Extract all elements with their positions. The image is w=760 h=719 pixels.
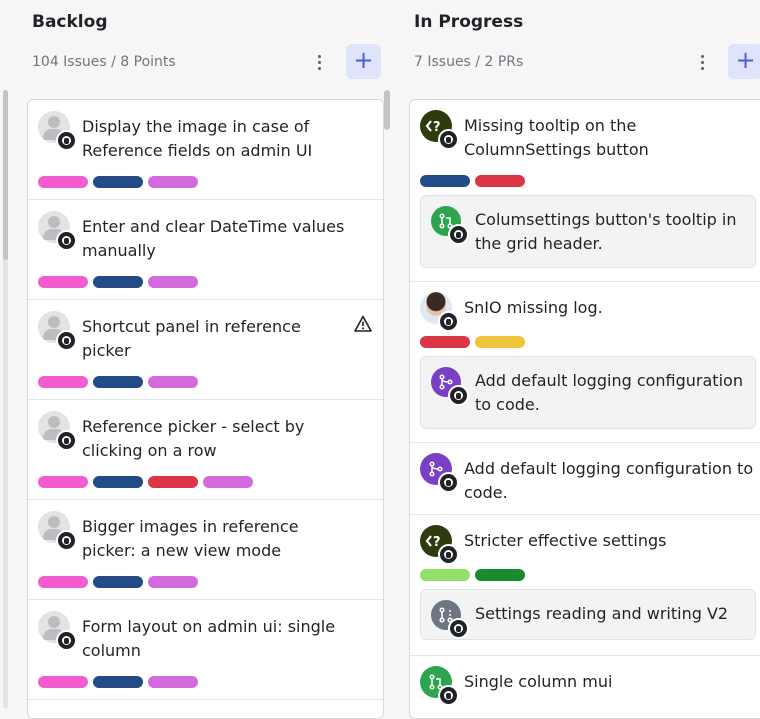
label-tag [148, 176, 198, 188]
github-icon [56, 530, 77, 551]
github-icon [438, 685, 459, 706]
label-tag [93, 476, 143, 488]
issue-card[interactable]: Reference picker - select by clicking on… [28, 400, 383, 500]
label-tag [38, 376, 88, 388]
label-tag [148, 276, 198, 288]
github-icon [438, 311, 459, 332]
label-tag [93, 676, 143, 688]
label-tag [38, 276, 88, 288]
github-icon [448, 224, 469, 245]
pr-card[interactable]: Single column mui [410, 656, 760, 718]
label-list [38, 176, 198, 188]
label-tag [38, 476, 88, 488]
warning-icon [354, 315, 372, 332]
github-icon [56, 630, 77, 651]
github-icon [56, 130, 77, 151]
add-item-button[interactable]: + [346, 44, 381, 79]
in-progress-column: In Progress 7 Issues / 2 PRs + ? Missing… [409, 0, 760, 719]
linked-pr-card[interactable]: Columsettings button's tooltip in the gr… [420, 195, 756, 268]
label-tag [38, 576, 88, 588]
github-icon [438, 129, 459, 150]
github-icon [56, 230, 77, 251]
issue-title[interactable]: SnIO missing log. [464, 296, 754, 320]
issue-title[interactable]: Form layout on admin ui: single column [82, 615, 352, 663]
column-menu-icon[interactable] [311, 50, 327, 74]
label-tag [93, 376, 143, 388]
label-tag [93, 576, 143, 588]
label-tag [38, 676, 88, 688]
issue-card[interactable]: SnIO missing log. Add default logging co… [410, 282, 760, 443]
github-icon [56, 330, 77, 351]
label-tag [148, 476, 198, 488]
issue-title[interactable]: Stricter effective settings [464, 529, 754, 553]
issue-card[interactable]: Form layout on admin ui: single column [28, 600, 383, 700]
issue-card[interactable]: Bigger images in reference picker: a new… [28, 500, 383, 600]
label-tag [203, 476, 253, 488]
column-menu-icon[interactable] [694, 50, 710, 74]
column-title: Backlog [32, 12, 108, 32]
github-icon [448, 385, 469, 406]
label-tag [475, 336, 525, 348]
board-scrollbar-thumb[interactable] [3, 90, 8, 260]
label-list [38, 476, 253, 488]
label-tag [148, 376, 198, 388]
add-item-button[interactable]: + [728, 44, 760, 79]
label-tag [148, 676, 198, 688]
label-tag [420, 569, 470, 581]
issue-card[interactable]: Shortcut panel in reference picker [28, 300, 383, 400]
issue-title[interactable]: Reference picker - select by clicking on… [82, 415, 352, 463]
label-list [38, 376, 198, 388]
label-list [420, 569, 525, 581]
label-tag [93, 176, 143, 188]
label-list [420, 175, 525, 187]
card-list-scrollbar-thumb[interactable] [384, 90, 390, 130]
pr-card[interactable]: Add default logging configuration to cod… [410, 443, 760, 515]
label-list [420, 336, 525, 348]
linked-pr-card[interactable]: Settings reading and writing V2 [420, 589, 756, 640]
label-tag [475, 569, 525, 581]
issue-title[interactable]: Missing tooltip on the ColumnSettings bu… [464, 114, 754, 162]
github-icon [438, 544, 459, 565]
backlog-card-list: Display the image in case of Reference f… [27, 99, 384, 719]
issue-card[interactable]: Enter and clear DateTime values manually [28, 200, 383, 300]
backlog-column: Backlog 104 Issues / 8 Points + Display … [0, 0, 395, 719]
label-tag [148, 576, 198, 588]
github-icon [56, 430, 77, 451]
label-list [38, 576, 198, 588]
label-tag [38, 176, 88, 188]
github-icon [438, 472, 459, 493]
github-icon [448, 618, 469, 639]
issue-card[interactable]: ? Stricter effective settings Settings r… [410, 515, 760, 656]
issue-title[interactable]: Bigger images in reference picker: a new… [82, 515, 352, 563]
pr-title[interactable]: Single column mui [464, 670, 754, 694]
issue-title[interactable]: Enter and clear DateTime values manually [82, 215, 352, 263]
column-title: In Progress [414, 12, 524, 32]
pr-title[interactable]: Columsettings button's tooltip in the gr… [475, 208, 745, 256]
pr-title[interactable]: Add default logging configuration to cod… [464, 457, 754, 505]
column-summary: 7 Issues / 2 PRs [414, 54, 524, 70]
label-tag [420, 175, 470, 187]
label-tag [420, 336, 470, 348]
label-list [38, 276, 198, 288]
issue-card[interactable]: ? Missing tooltip on the ColumnSettings … [410, 100, 760, 282]
linked-pr-card[interactable]: Add default logging configuration to cod… [420, 356, 756, 429]
issue-title[interactable]: Shortcut panel in reference picker [82, 315, 352, 363]
column-summary: 104 Issues / 8 Points [32, 54, 176, 70]
pr-title[interactable]: Settings reading and writing V2 [475, 602, 745, 626]
label-tag [475, 175, 525, 187]
issue-title[interactable]: Display the image in case of Reference f… [82, 115, 352, 163]
issue-card[interactable]: Display the image in case of Reference f… [28, 100, 383, 200]
label-list [38, 676, 198, 688]
in-progress-card-list: ? Missing tooltip on the ColumnSettings … [409, 99, 760, 719]
label-tag [93, 276, 143, 288]
pr-title[interactable]: Add default logging configuration to cod… [475, 369, 745, 417]
